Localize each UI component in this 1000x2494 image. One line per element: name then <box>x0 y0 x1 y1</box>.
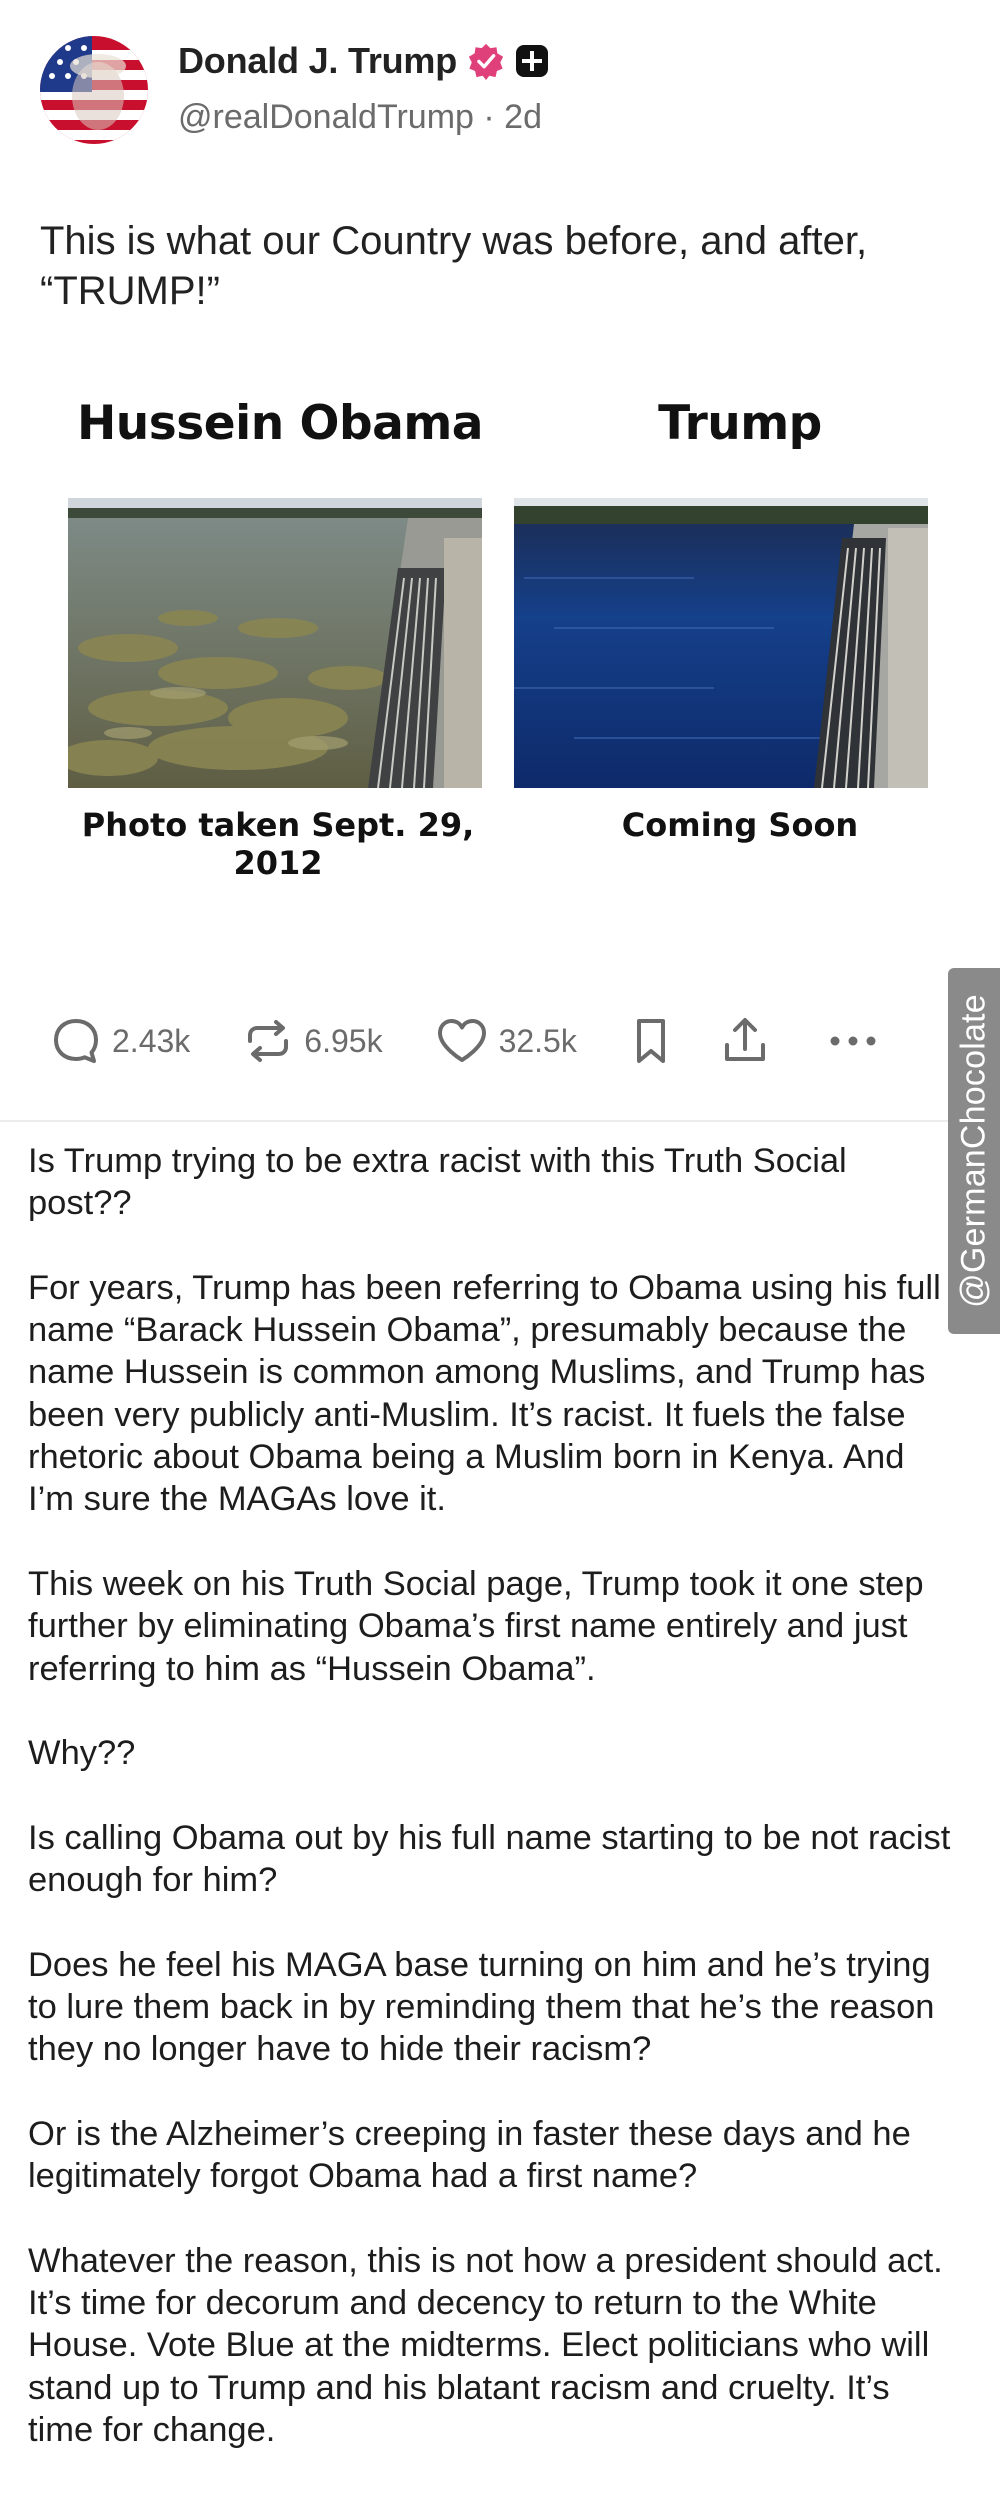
display-name[interactable]: Donald J. Trump <box>178 40 457 82</box>
avatar-image <box>40 36 148 144</box>
commentary-paragraph: Is calling Obama out by his full name st… <box>28 1818 951 1900</box>
post-image[interactable]: Hussein Obama Trump Photo taken Sept. 29… <box>40 370 960 890</box>
bookmark-icon <box>636 1019 665 1063</box>
commentary-paragraph: For years, Trump has been referring to O… <box>28 1268 941 1519</box>
watermark-text: @GermanChocolate <box>954 994 993 1308</box>
right-photo-clean-pool <box>514 498 928 788</box>
more-dots-icon <box>830 1036 876 1046</box>
commentary-text: Is Trump trying to be extra racist with … <box>28 1140 958 2494</box>
bookmark-button[interactable] <box>629 1015 673 1067</box>
left-image-title: Hussein Obama <box>76 396 484 451</box>
user-handle[interactable]: @realDonaldTrump <box>178 98 474 136</box>
watermark-tag: @GermanChocolate <box>948 968 1000 1334</box>
commentary-paragraph: Why?? <box>28 1734 136 1773</box>
commentary-paragraph: Or is the Alzheimer’s creeping in faster… <box>28 2114 911 2196</box>
retruth-count: 6.95k <box>304 1022 383 1059</box>
reply-count: 2.43k <box>112 1022 191 1059</box>
share-button[interactable] <box>719 1015 771 1067</box>
left-image-caption: Photo taken Sept. 29, 2012 <box>81 806 475 882</box>
profile-avatar[interactable] <box>40 36 148 144</box>
post-text: This is what our Country was before, and… <box>40 219 868 313</box>
commentary-paragraph: Is Trump trying to be extra racist with … <box>28 1142 847 1223</box>
right-image-caption: Coming Soon <box>621 806 859 844</box>
handle-row: @realDonaldTrump · 2d <box>178 98 542 137</box>
reply-button[interactable]: 2.43k <box>50 1015 190 1067</box>
like-count: 32.5k <box>498 1022 577 1059</box>
post-divider <box>0 1120 1000 1122</box>
retruth-icon <box>248 1020 289 1062</box>
commentary-paragraph: Whatever the reason, this is not how a p… <box>28 2241 943 2449</box>
commentary-paragraph: Does he feel his MAGA base turning on hi… <box>28 1945 935 2069</box>
right-image-title: Trump <box>658 396 822 451</box>
heart-icon <box>437 1019 486 1062</box>
share-icon <box>724 1018 765 1061</box>
post-actions: 2.43k 6.95k 32.5k <box>50 1006 920 1076</box>
separator-dot: · <box>483 98 495 136</box>
verified-badge-icon <box>468 43 504 80</box>
plus-badge-icon <box>516 45 549 77</box>
post-time: 2d <box>504 98 542 136</box>
retruth-button[interactable]: 6.95k <box>242 1015 383 1067</box>
like-button[interactable]: 32.5k <box>435 1015 577 1067</box>
left-photo-murky-pool <box>68 498 482 788</box>
commentary-paragraph: This week on his Truth Social page, Trum… <box>28 1564 924 1688</box>
post-header: Donald J. Trump @realDonaldTrump · 2d <box>40 36 940 156</box>
more-options-button[interactable] <box>827 1031 879 1051</box>
reply-icon <box>54 1019 98 1063</box>
